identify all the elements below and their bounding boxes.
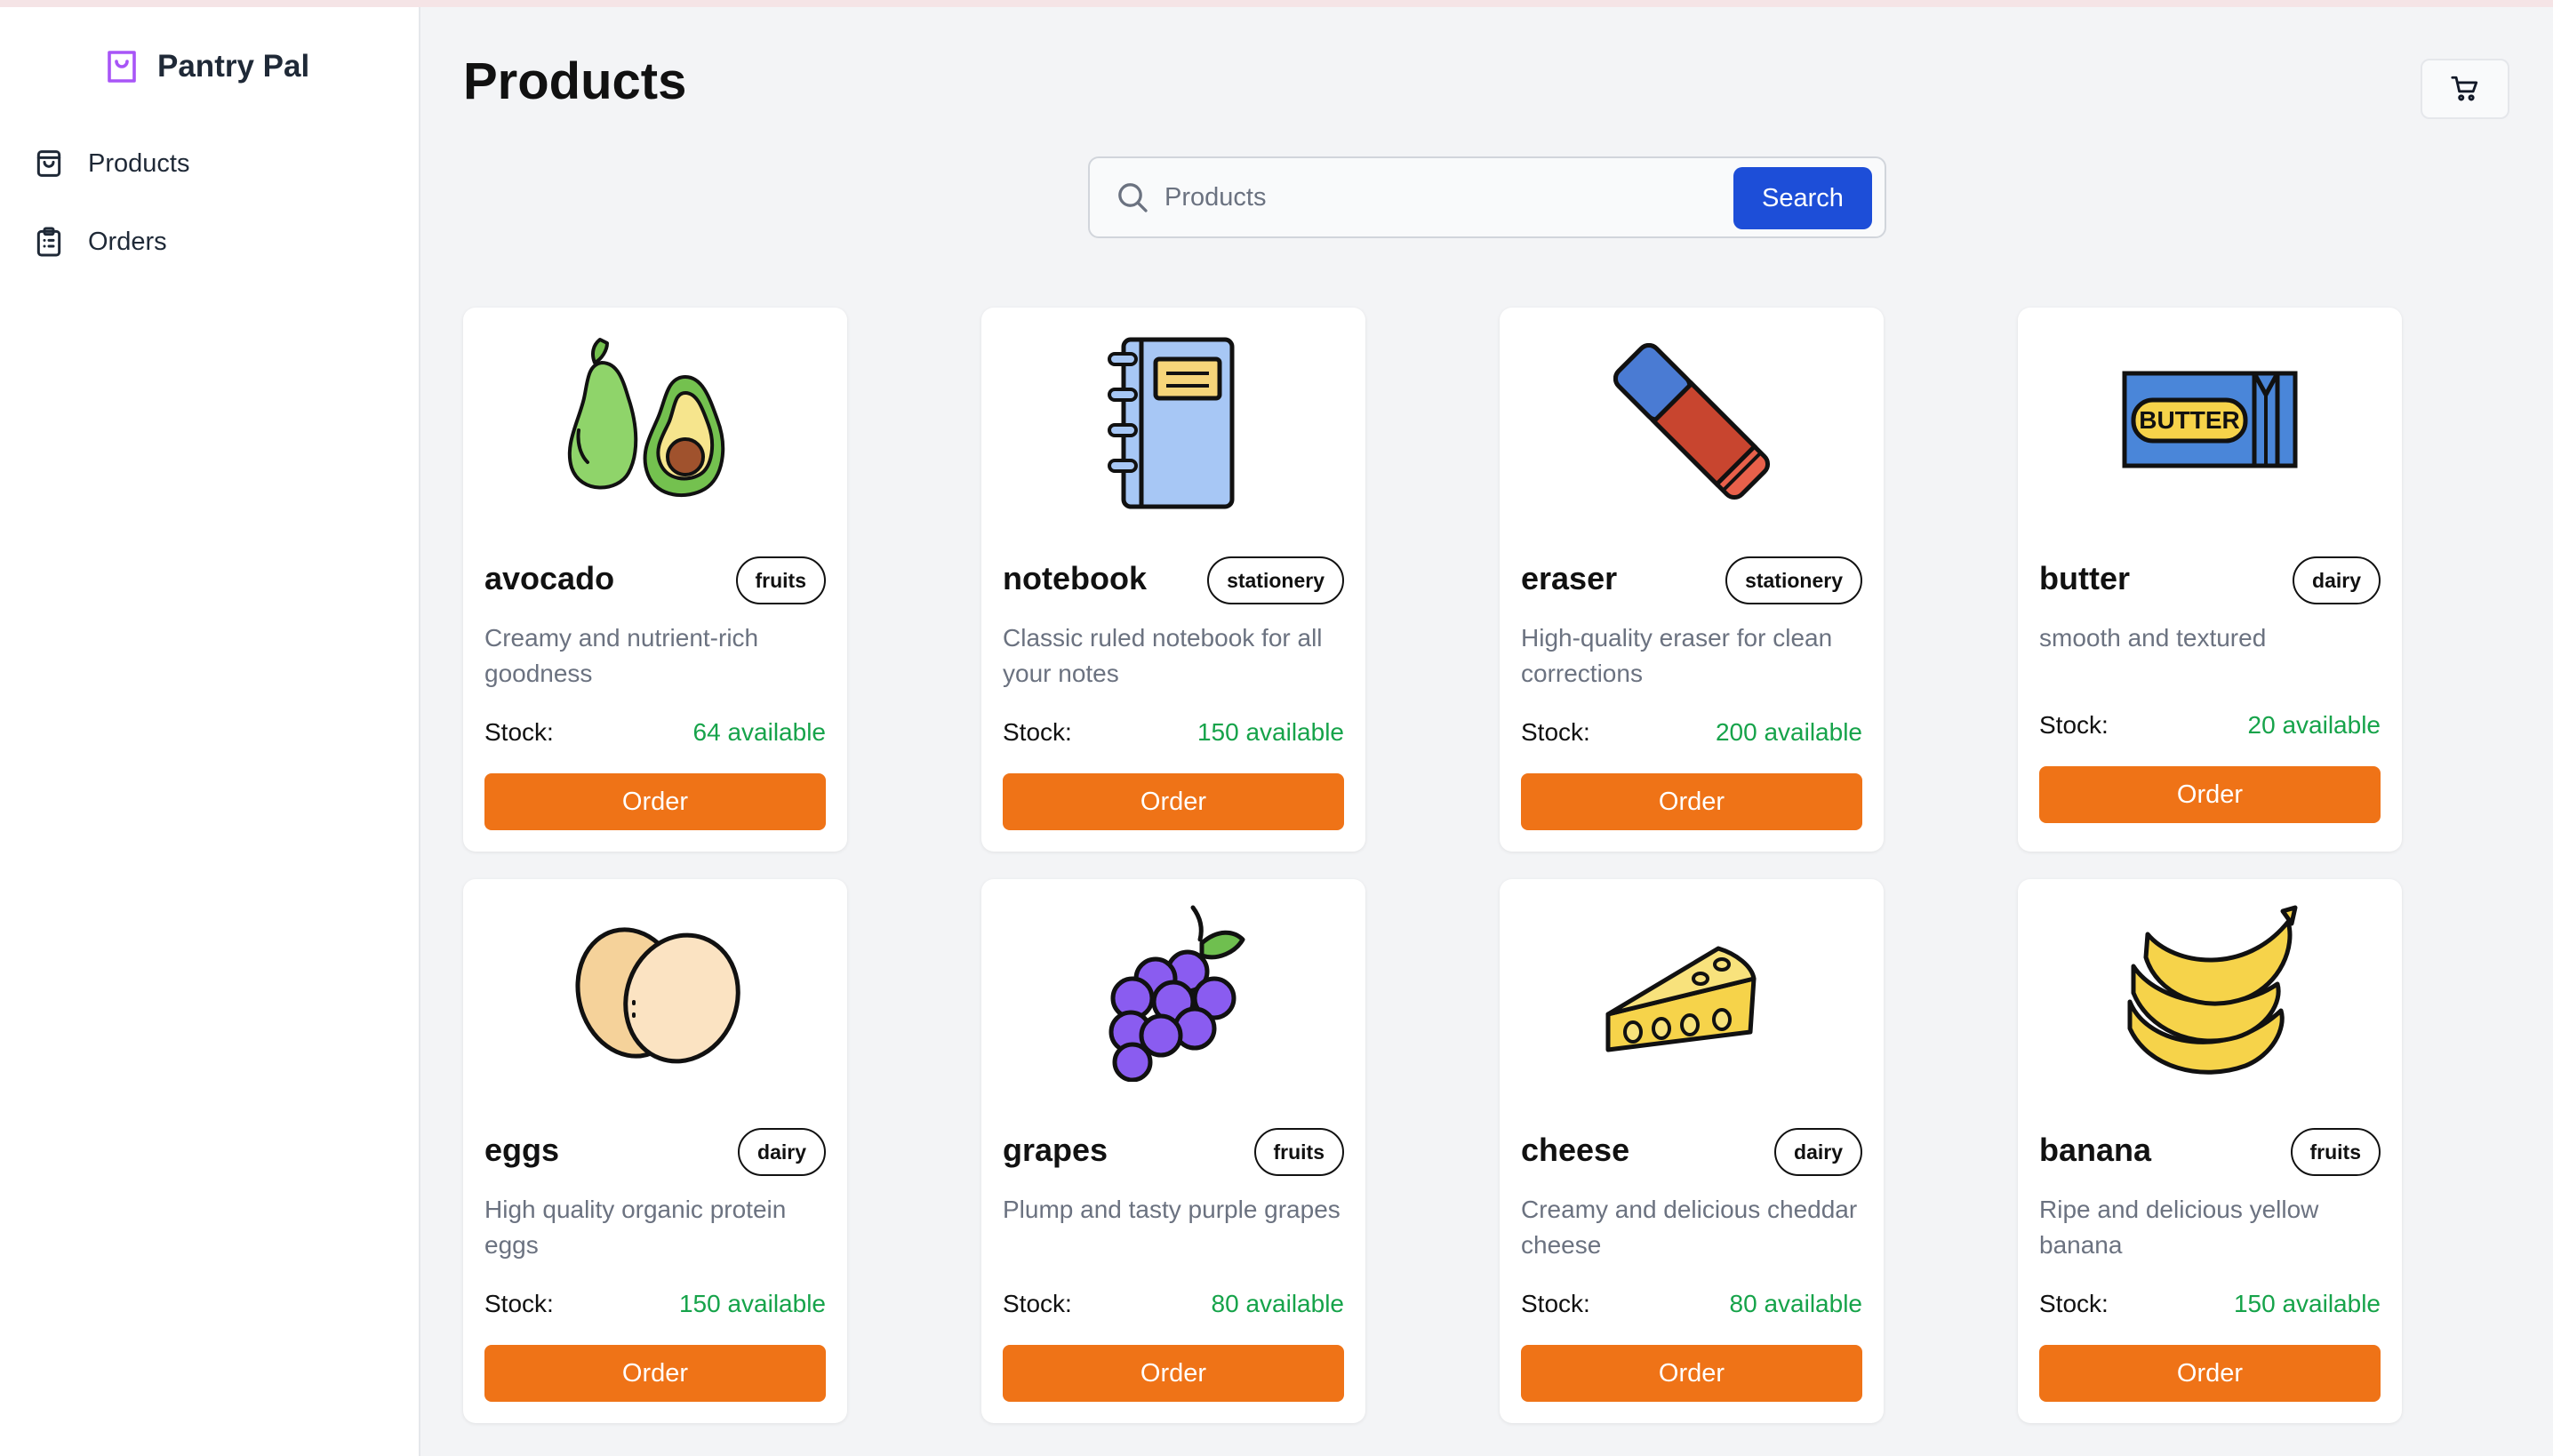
order-button[interactable]: Order [1003,773,1344,830]
brand-name: Pantry Pal [157,49,310,84]
category-badge: fruits [1253,1128,1344,1176]
order-button[interactable]: Order [1521,773,1862,830]
order-button[interactable]: Order [1003,1345,1344,1402]
order-button[interactable]: Order [484,1345,826,1402]
category-badge: dairy [2293,556,2381,604]
stock-row: Stock: 80 available [1003,1290,1344,1318]
stock-value: 80 available [1211,1290,1344,1317]
stock-value: 200 available [1715,718,1862,746]
order-button[interactable]: Order [1521,1345,1862,1402]
stock-label: Stock: [2039,1290,2109,1317]
product-description: Creamy and nutrient-rich goodness [484,624,759,687]
window-top-edge [0,0,2553,7]
product-card: notebook stationery Classic ruled notebo… [981,308,1365,852]
product-description: Ripe and delicious yellow banana [2039,1196,2319,1259]
stock-label: Stock: [1003,1290,1072,1317]
product-card: BUTTER butter dairy smooth and textured … [2018,308,2402,852]
shopping-bag-icon [108,51,136,83]
search-bar: Search [1088,156,1886,238]
product-card: avocado fruits Creamy and nutrient-rich … [463,308,847,852]
product-name: grapes [1003,1132,1108,1168]
page-title: Products [463,52,687,110]
search-icon [1118,183,1148,212]
sidebar-nav: Products Orders [0,124,419,281]
sidebar-item-orders[interactable]: Orders [0,203,419,281]
product-name: eraser [1521,560,1618,596]
stock-label: Stock: [484,1290,554,1317]
order-button[interactable]: Order [2039,766,2381,823]
stock-label: Stock: [1521,718,1590,746]
product-card: grapes fruits Plump and tasty purple gra… [981,879,1365,1423]
stock-row: Stock: 20 available [2039,711,2381,740]
category-badge: fruits [2290,1128,2381,1176]
eraser-icon [1613,342,1771,500]
stock-value: 150 available [678,1290,826,1317]
avocado-icon [567,338,725,498]
stock-value: 80 available [1729,1290,1862,1317]
banana-icon [2127,905,2298,1075]
notebook-icon [1108,337,1235,509]
order-button[interactable]: Order [2039,1345,2381,1402]
stock-row: Stock: 64 available [484,718,826,747]
category-badge: fruits [735,556,826,604]
product-name: cheese [1521,1132,1630,1168]
app: Pantry Pal Products Orders Products Prod… [0,7,2553,1456]
product-description: Creamy and delicious cheddar cheese [1521,1196,1858,1259]
grapes-icon [1108,905,1245,1082]
stock-row: Stock: 200 available [1521,718,1862,747]
product-card: cheese dairy Creamy and delicious chedda… [1500,879,1884,1423]
product-description: Classic ruled notebook for all your note… [1003,624,1323,687]
cart-button[interactable] [2421,59,2509,119]
stock-row: Stock: 150 available [1003,718,1344,747]
search-input[interactable] [1164,171,1733,224]
sidebar-item-label: Orders [88,227,167,256]
product-card: banana fruits Ripe and delicious yellow … [2018,879,2402,1423]
product-name: notebook [1003,560,1147,596]
category-badge: dairy [738,1128,826,1176]
sidebar: Pantry Pal Products Orders [0,7,420,1456]
butter-label-text: BUTTER [2139,406,2240,434]
product-description: Plump and tasty purple grapes [1003,1196,1341,1223]
cart-icon [2451,76,2478,101]
stock-row: Stock: 80 available [1521,1290,1862,1318]
sidebar-item-products[interactable]: Products [0,124,419,203]
product-description: High quality organic protein eggs [484,1196,787,1259]
search-button[interactable]: Search [1733,167,1872,229]
clipboard-list-icon [36,227,61,257]
product-description: smooth and textured [2039,624,2267,652]
butter-icon: BUTTER [2122,371,2298,468]
cheese-icon [1605,946,1757,1052]
main-content: Products Search [420,7,2553,1456]
stock-label: Stock: [484,718,554,746]
stock-label: Stock: [1003,718,1072,746]
category-badge: stationery [1725,556,1862,604]
stock-row: Stock: 150 available [484,1290,826,1318]
category-badge: stationery [1207,556,1344,604]
brand[interactable]: Pantry Pal [100,40,419,93]
eggs-icon [575,927,740,1064]
product-card: eggs dairy High quality organic protein … [463,879,847,1423]
product-name: avocado [484,560,615,596]
product-description: High-quality eraser for clean correction… [1521,624,1833,687]
product-card: eraser stationery High-quality eraser fo… [1500,308,1884,852]
stock-value: 64 available [692,718,826,746]
category-badge: dairy [1774,1128,1862,1176]
sidebar-item-label: Products [88,148,190,178]
order-button[interactable]: Order [484,773,826,830]
shopping-bag-icon [36,150,61,177]
stock-value: 150 available [1196,718,1344,746]
stock-value: 150 available [2233,1290,2381,1317]
product-name: butter [2039,560,2130,596]
product-name: eggs [484,1132,560,1168]
product-name: banana [2039,1132,2152,1168]
stock-label: Stock: [2039,711,2109,739]
stock-label: Stock: [1521,1290,1590,1317]
stock-row: Stock: 150 available [2039,1290,2381,1318]
stock-value: 20 available [2247,711,2381,739]
